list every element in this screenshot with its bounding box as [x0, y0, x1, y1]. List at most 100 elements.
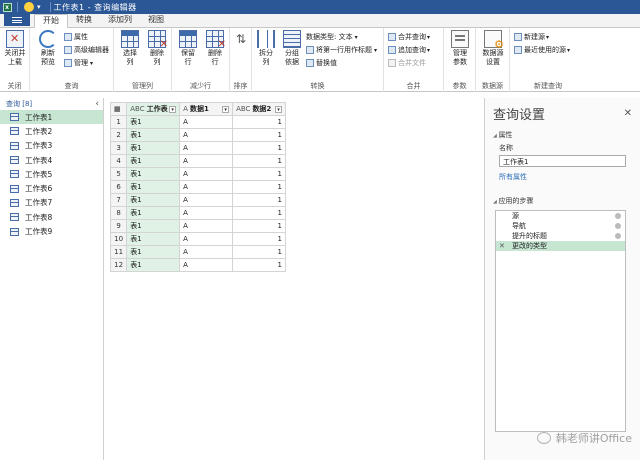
type-icon[interactable]: ABC	[130, 105, 144, 113]
table-cell[interactable]: 1	[232, 193, 286, 207]
manage-label: 管理	[74, 59, 88, 67]
table-cell[interactable]: A	[179, 115, 234, 129]
table-cell[interactable]: 表1	[126, 141, 181, 155]
gear-icon[interactable]	[615, 233, 621, 239]
query-item[interactable]: 工作表4	[0, 153, 103, 167]
query-item[interactable]: 工作表8	[0, 210, 103, 224]
query-item[interactable]: 工作表1	[0, 110, 103, 125]
table-cell[interactable]: 1	[232, 232, 286, 246]
file-menu-button[interactable]	[4, 14, 30, 26]
choose-columns-button[interactable]: 选择 列	[116, 30, 144, 67]
column-header[interactable]: ABC 数据2 ▾	[232, 102, 286, 116]
tab-add-column[interactable]: 添加列	[100, 14, 140, 27]
append-queries-button[interactable]: 追加查询 ▾	[388, 45, 430, 55]
table-cell[interactable]: 1	[232, 219, 286, 233]
query-name-input[interactable]: 工作表1	[499, 155, 626, 167]
feedback-smile-icon[interactable]	[24, 2, 34, 12]
table-cell[interactable]: A	[179, 154, 234, 168]
table-cell[interactable]: 1	[232, 141, 286, 155]
applied-step[interactable]: 源	[496, 211, 625, 221]
query-item[interactable]: 工作表9	[0, 224, 103, 238]
manage-button[interactable]: 管理 ▾	[64, 58, 93, 68]
datasource-settings-button[interactable]: 数据源 设置	[479, 30, 507, 67]
tab-view[interactable]: 视图	[140, 14, 172, 27]
table-cell[interactable]: 1	[232, 167, 286, 181]
applied-step[interactable]: ✕ 更改的类型	[496, 241, 625, 251]
table-cell[interactable]: 表1	[126, 206, 181, 220]
type-icon[interactable]: A	[183, 105, 188, 113]
sort-ascending-button[interactable]: ⇅	[227, 30, 255, 49]
close-and-load-button[interactable]: 关闭并 上载	[1, 30, 29, 67]
remove-rows-button[interactable]: 删除 行	[201, 30, 229, 67]
properties-button[interactable]: 属性	[64, 32, 88, 42]
table-cell[interactable]: 1	[232, 245, 286, 259]
replace-values-button[interactable]: 替换值	[306, 58, 337, 68]
new-source-label: 新建源	[524, 33, 545, 41]
group-by-button[interactable]: 分组 依据	[278, 30, 306, 67]
query-item[interactable]: 工作表7	[0, 196, 103, 210]
new-source-button[interactable]: 新建源 ▾	[514, 32, 549, 42]
table-cell[interactable]: 1	[232, 115, 286, 129]
combine-files-button[interactable]: 合并文件	[388, 58, 426, 68]
tab-transform[interactable]: 转换	[68, 14, 100, 27]
delete-step-icon[interactable]: ✕	[499, 242, 505, 250]
gear-icon[interactable]	[615, 223, 621, 229]
manage-params-button[interactable]: 管理 参数	[446, 30, 474, 67]
query-item[interactable]: 工作表5	[0, 167, 103, 181]
keep-rows-button[interactable]: 保留 行	[174, 30, 202, 67]
table-cell[interactable]: 1	[232, 154, 286, 168]
table-cell[interactable]: A	[179, 219, 234, 233]
applied-steps-header[interactable]: 应用的步骤	[485, 196, 640, 206]
quick-access-dropdown-icon[interactable]: ▾	[37, 3, 41, 11]
table-cell[interactable]: A	[179, 193, 234, 207]
applied-step[interactable]: 导航	[496, 221, 625, 231]
table-cell[interactable]: 表1	[126, 219, 181, 233]
query-item[interactable]: 工作表3	[0, 139, 103, 153]
table-cell[interactable]: 1	[232, 180, 286, 194]
select-all-corner[interactable]: ▦	[109, 102, 128, 116]
filter-dropdown-icon[interactable]: ▾	[169, 106, 177, 113]
recent-sources-button[interactable]: 最近使用的源 ▾	[514, 45, 570, 55]
table-cell[interactable]: 1	[232, 206, 286, 220]
gear-icon[interactable]	[615, 213, 621, 219]
table-cell[interactable]: 表1	[126, 180, 181, 194]
collapse-pane-icon[interactable]: ‹	[95, 99, 99, 109]
table-cell[interactable]: 表1	[126, 154, 181, 168]
all-properties-link[interactable]: 所有属性	[485, 172, 640, 182]
table-cell[interactable]: A	[179, 167, 234, 181]
table-cell[interactable]: 表1	[126, 232, 181, 246]
table-cell[interactable]: 表1	[126, 193, 181, 207]
table-cell[interactable]: 表1	[126, 245, 181, 259]
data-type-dropdown[interactable]: 数据类型: 文本 ▾	[306, 32, 358, 42]
refresh-preview-button[interactable]: 刷新 预览	[34, 30, 62, 67]
table-cell[interactable]: A	[179, 245, 234, 259]
split-column-button[interactable]: 拆分 列	[252, 30, 280, 67]
filter-dropdown-icon[interactable]: ▾	[275, 106, 282, 113]
table-cell[interactable]: 表1	[126, 258, 181, 272]
table-cell[interactable]: 1	[232, 258, 286, 272]
table-cell[interactable]: A	[179, 206, 234, 220]
tab-home[interactable]: 开始	[34, 14, 68, 28]
merge-queries-button[interactable]: 合并查询 ▾	[388, 32, 430, 42]
table-cell[interactable]: A	[179, 128, 234, 142]
table-cell[interactable]: A	[179, 232, 234, 246]
query-item[interactable]: 工作表2	[0, 124, 103, 138]
first-row-header-button[interactable]: 将第一行用作标题 ▾	[306, 45, 377, 55]
column-header[interactable]: A 数据1 ▾	[179, 102, 234, 116]
table-cell[interactable]: A	[179, 180, 234, 194]
filter-dropdown-icon[interactable]: ▾	[222, 106, 230, 113]
properties-section-header[interactable]: 属性	[485, 130, 640, 140]
column-header[interactable]: ABC 工作表 ▾	[126, 102, 181, 116]
table-cell[interactable]: 1	[232, 128, 286, 142]
query-item[interactable]: 工作表6	[0, 181, 103, 195]
close-pane-icon[interactable]: ✕	[624, 108, 640, 119]
table-cell[interactable]: 表1	[126, 115, 181, 129]
table-cell[interactable]: A	[179, 258, 234, 272]
applied-step[interactable]: 提升的标题	[496, 231, 625, 241]
table-cell[interactable]: 表1	[126, 128, 181, 142]
remove-columns-button[interactable]: 删除 列	[143, 30, 171, 67]
advanced-editor-button[interactable]: 高级编辑器	[64, 45, 109, 55]
table-cell[interactable]: 表1	[126, 167, 181, 181]
table-cell[interactable]: A	[179, 141, 234, 155]
type-icon[interactable]: ABC	[236, 105, 250, 113]
